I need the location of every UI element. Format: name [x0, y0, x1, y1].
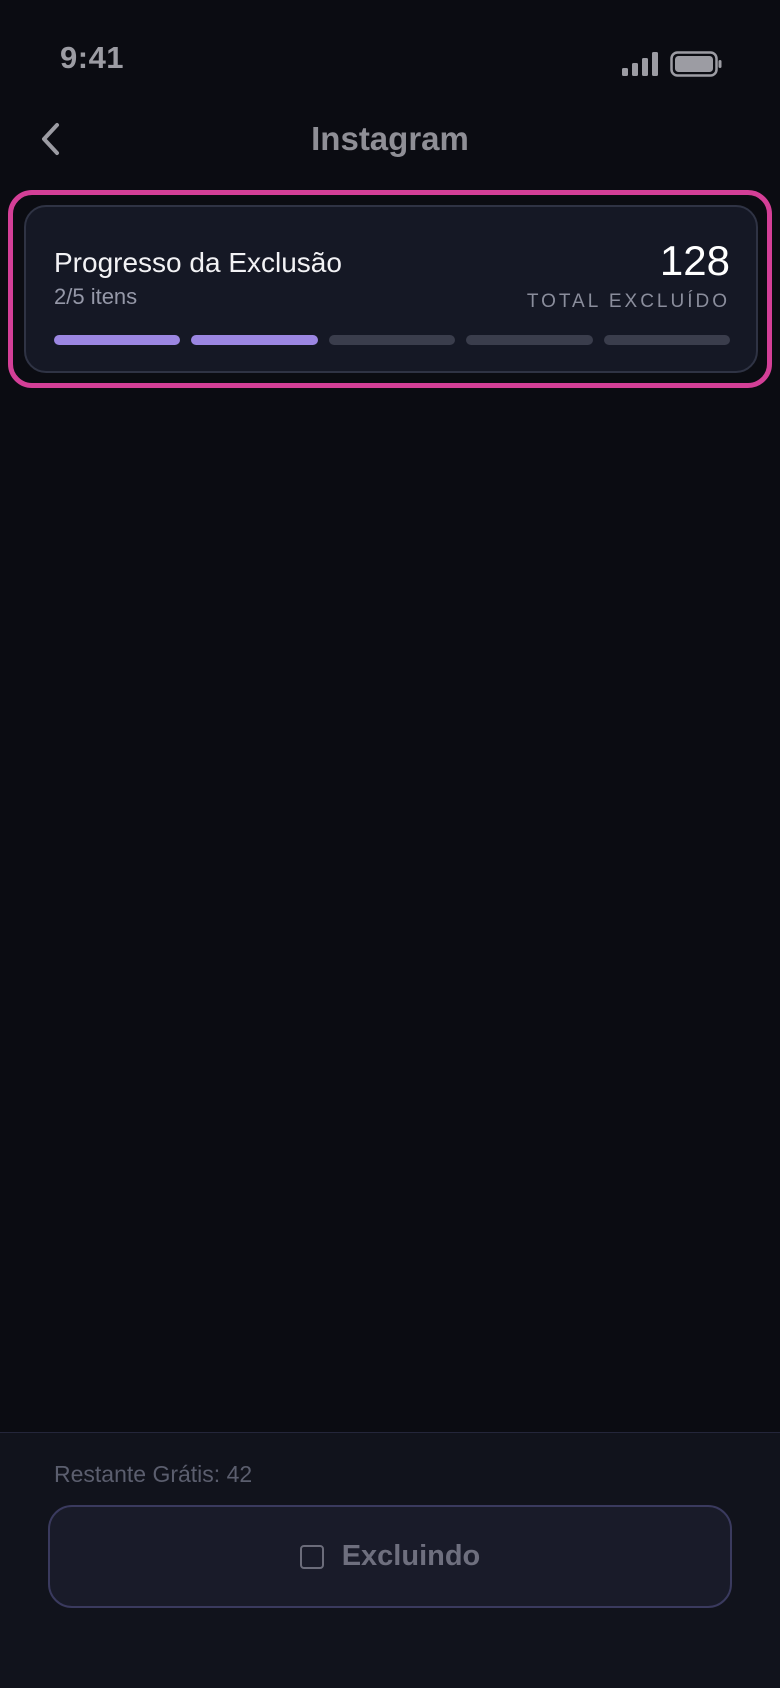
battery-icon [670, 51, 722, 77]
page-title: Instagram [311, 120, 469, 157]
total-deleted-label: TOTAL EXCLUÍDO [526, 291, 730, 312]
progress-segment [191, 335, 318, 345]
progress-title: Progresso da Exclusão [54, 247, 342, 278]
progress-segment [466, 335, 593, 345]
progress-segment [54, 335, 181, 345]
progress-subtitle: 2/5 itens [54, 284, 138, 309]
deleting-button[interactable]: Excluindo [48, 1505, 732, 1608]
status-time: 9:41 [60, 40, 125, 75]
status-bar: 9:41 [0, 0, 780, 110]
footer: Restante Grátis: 42 Excluindo [0, 1432, 780, 1688]
progress-segment [603, 335, 731, 345]
progress-segments [54, 335, 731, 345]
stop-square-icon [299, 1544, 324, 1569]
free-remaining-text: Restante Grátis: 42 [54, 1461, 253, 1487]
cellular-signal-icon [622, 52, 658, 76]
total-deleted-count: 128 [659, 237, 730, 284]
deletion-progress-card: Progresso da Exclusão 2/5 itens 128 TOTA… [24, 205, 758, 373]
screen: 9:41 Instagram Progresso da Exclusão 2/5… [0, 0, 780, 1688]
nav-bar: Instagram [0, 110, 780, 168]
deleting-button-label: Excluindo [341, 1540, 481, 1572]
progress-segment [328, 335, 456, 345]
